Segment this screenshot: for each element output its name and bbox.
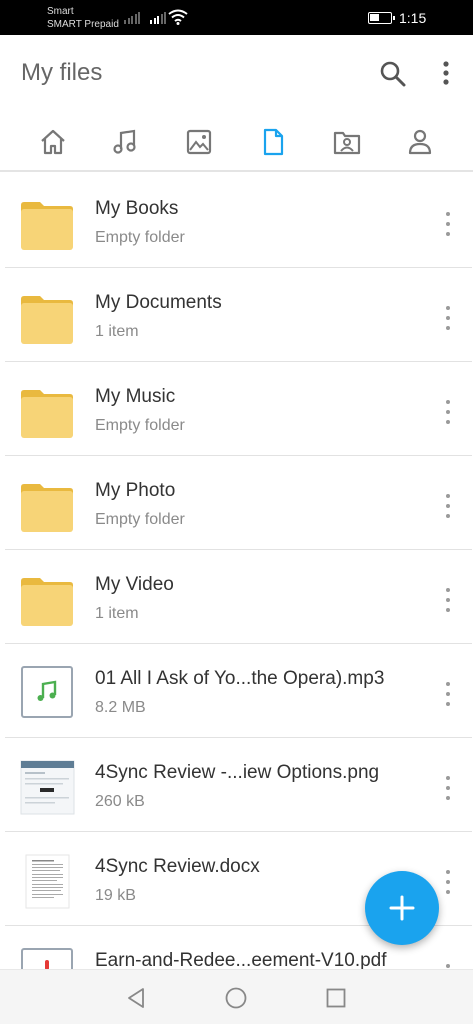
item-name: My Music xyxy=(95,386,176,407)
item-name: My Video xyxy=(95,574,174,595)
document-file-thumbnail xyxy=(25,854,70,909)
tab-videos[interactable] xyxy=(329,124,365,160)
item-name: 01 All I Ask of Yo...the Opera).mp3 xyxy=(95,668,385,689)
signal-icon xyxy=(124,11,140,24)
image-file-thumbnail xyxy=(20,760,75,815)
home-nav-button[interactable] xyxy=(222,984,250,1012)
list-item[interactable]: My Music Empty folder xyxy=(5,362,472,456)
list-item[interactable]: My Books Empty folder xyxy=(5,174,472,268)
item-more-button[interactable] xyxy=(438,868,458,896)
signal-icon-2 xyxy=(150,11,166,24)
tab-contacts[interactable] xyxy=(402,124,438,160)
tab-music[interactable] xyxy=(107,124,143,160)
folder-icon xyxy=(21,202,73,250)
status-bar: Smart SMART Prepaid 1:15 xyxy=(0,0,473,35)
item-meta: Empty folder xyxy=(95,417,185,434)
file-list: My Books Empty folder My Documents 1 ite… xyxy=(0,174,473,969)
battery-icon xyxy=(368,12,395,24)
pdf-file-thumbnail xyxy=(21,948,73,969)
pdf-mark-icon xyxy=(45,960,49,969)
item-more-button[interactable] xyxy=(438,774,458,802)
item-more-button[interactable] xyxy=(438,962,458,969)
item-name: My Books xyxy=(95,198,179,219)
plus-icon xyxy=(389,895,415,921)
list-item[interactable]: My Video 1 item xyxy=(5,550,472,644)
music-icon xyxy=(113,129,136,154)
system-nav-bar xyxy=(0,969,473,1024)
folder-icon xyxy=(21,578,73,626)
search-icon xyxy=(380,61,406,87)
item-name: 4Sync Review.docx xyxy=(95,856,260,877)
item-more-button[interactable] xyxy=(438,210,458,238)
item-meta: 1 item xyxy=(95,605,139,622)
item-name: Earn-and-Redee...eement-V10.pdf xyxy=(95,950,387,969)
page-title: My files xyxy=(21,59,103,86)
item-meta: 8.2 MB xyxy=(95,699,146,716)
video-folder-icon xyxy=(333,131,361,155)
recents-square-icon xyxy=(326,988,346,1008)
list-item[interactable]: 01 All I Ask of Yo...the Opera).mp3 8.2 … xyxy=(5,644,472,738)
more-options-button[interactable] xyxy=(436,59,456,89)
audio-file-thumbnail xyxy=(21,666,73,718)
person-icon xyxy=(408,129,432,155)
item-meta: Empty folder xyxy=(95,511,185,528)
list-item[interactable]: My Documents 1 item xyxy=(5,268,472,362)
back-triangle-icon xyxy=(128,988,144,1008)
carrier-plan: SMART Prepaid xyxy=(47,19,119,30)
image-icon xyxy=(186,129,212,155)
tab-home[interactable] xyxy=(35,124,71,160)
item-meta: 1 item xyxy=(95,323,139,340)
item-more-button[interactable] xyxy=(438,586,458,614)
item-more-button[interactable] xyxy=(438,492,458,520)
folder-icon xyxy=(21,296,73,344)
item-more-button[interactable] xyxy=(438,680,458,708)
item-meta: Empty folder xyxy=(95,229,185,246)
item-name: 4Sync Review -...iew Options.png xyxy=(95,762,380,783)
clock: 1:15 xyxy=(399,10,427,26)
add-button[interactable] xyxy=(365,871,439,945)
folder-icon xyxy=(21,484,73,532)
item-name: My Photo xyxy=(95,480,176,501)
home-circle-icon xyxy=(225,987,247,1009)
item-meta: 260 kB xyxy=(95,793,145,810)
recents-button[interactable] xyxy=(322,984,350,1012)
item-more-button[interactable] xyxy=(438,398,458,426)
item-name: My Documents xyxy=(95,292,222,313)
document-icon xyxy=(263,128,284,156)
back-button[interactable] xyxy=(122,984,150,1012)
item-meta: 19 kB xyxy=(95,887,136,904)
tab-images[interactable] xyxy=(181,124,217,160)
carrier-info: Smart SMART Prepaid xyxy=(47,5,119,31)
more-vert-icon xyxy=(443,61,449,85)
category-tabs xyxy=(0,115,473,172)
wifi-icon xyxy=(168,9,188,25)
search-button[interactable] xyxy=(378,59,408,89)
folder-icon xyxy=(21,390,73,438)
home-icon xyxy=(41,129,65,155)
list-item[interactable]: My Photo Empty folder xyxy=(5,456,472,550)
item-more-button[interactable] xyxy=(438,304,458,332)
tab-documents[interactable] xyxy=(255,124,291,160)
app-bar: My files xyxy=(0,35,473,115)
carrier-name: Smart xyxy=(47,6,74,17)
music-note-icon xyxy=(37,680,57,701)
list-item[interactable]: 4Sync Review -...iew Options.png 260 kB xyxy=(5,738,472,832)
